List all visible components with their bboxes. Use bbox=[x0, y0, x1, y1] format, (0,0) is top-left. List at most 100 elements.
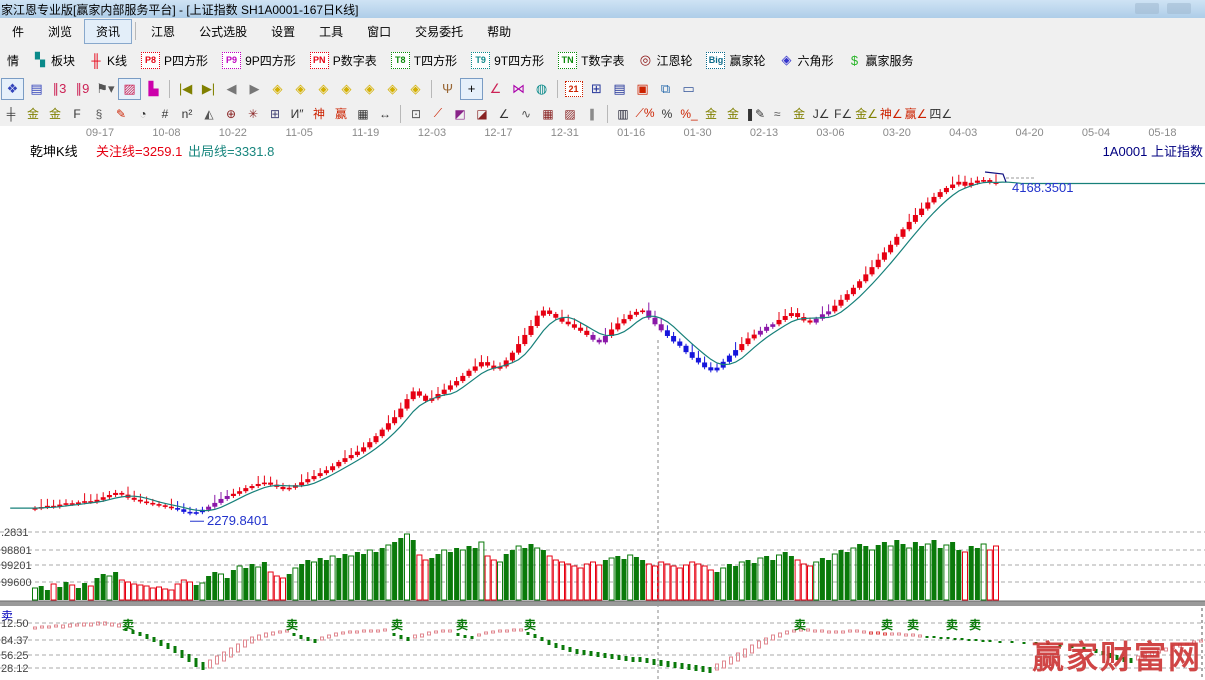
shen-icon[interactable]: 神 bbox=[309, 104, 329, 123]
menu-item-6[interactable]: 工具 bbox=[307, 19, 355, 44]
menu-item-8[interactable]: 交易委托 bbox=[403, 19, 475, 44]
column-chart-icon[interactable]: ▥ bbox=[613, 104, 633, 123]
wave2-icon[interactable]: ≈ bbox=[767, 104, 787, 123]
ying-icon[interactable]: 赢 bbox=[331, 104, 351, 123]
prev-bar-icon[interactable]: ◀ bbox=[221, 79, 242, 99]
f-angle-icon[interactable]: F∠ bbox=[833, 104, 853, 123]
pattern-flower-icon[interactable]: ❖ bbox=[1, 78, 24, 100]
wave-mark-icon[interactable]: И″ bbox=[287, 104, 307, 123]
box-diag-icon[interactable]: ◪ bbox=[472, 104, 492, 123]
last-bar-icon[interactable]: ▶| bbox=[198, 79, 219, 99]
v-dash-icon[interactable]: ∿ bbox=[516, 104, 536, 123]
gold-circle-icon[interactable]: 金 bbox=[701, 104, 721, 123]
p-square-button[interactable]: P8P四方形 bbox=[134, 49, 215, 72]
capture-icon[interactable]: ⧉ bbox=[655, 79, 676, 99]
menu-item-7[interactable]: 窗口 bbox=[355, 19, 403, 44]
calculator-icon[interactable]: ⊞ bbox=[586, 79, 607, 99]
percent-icon[interactable]: % bbox=[657, 104, 677, 123]
save-icon[interactable]: ▣ bbox=[632, 79, 653, 99]
menu-item-4[interactable]: 公式选股 bbox=[187, 19, 259, 44]
t-square-button[interactable]: T8T四方形 bbox=[384, 49, 464, 72]
zoom-all-icon[interactable]: ◈ bbox=[382, 79, 403, 99]
parallel-lines-icon[interactable]: ∥ bbox=[582, 104, 602, 123]
menu-item-3[interactable]: 江恩 bbox=[139, 19, 187, 44]
ying-angle-icon[interactable]: 赢∠ bbox=[905, 104, 928, 123]
pattern-red-icon[interactable]: ▨ bbox=[118, 78, 141, 100]
brain-icon[interactable]: ◍ bbox=[531, 79, 552, 99]
width-measure-icon[interactable]: ↔ bbox=[375, 104, 395, 123]
gold-under-icon[interactable]: 金 bbox=[789, 104, 809, 123]
calendar-icon[interactable]: 21 bbox=[563, 79, 584, 99]
spiral-icon[interactable]: § bbox=[89, 104, 109, 123]
pencil-icon[interactable]: ✎ bbox=[111, 104, 131, 123]
menu-item-2[interactable]: 资讯 bbox=[84, 19, 132, 44]
shen-angle-icon[interactable]: 神∠ bbox=[880, 104, 903, 123]
kline3-icon[interactable]: ∥3 bbox=[49, 79, 70, 99]
candlestick-chart[interactable]: 2279.84014168.3501.2831988019920199600卖1… bbox=[0, 126, 1205, 680]
rays-box-icon[interactable]: ◩ bbox=[450, 104, 470, 123]
winner-service-button[interactable]: $赢家服务 bbox=[841, 49, 921, 72]
window-controls[interactable] bbox=[1135, 3, 1191, 14]
histogram-icon[interactable]: ▙ bbox=[143, 79, 164, 99]
gold-line-icon[interactable]: 金 bbox=[723, 104, 743, 123]
percent-diag-icon[interactable]: ⟋% bbox=[635, 104, 655, 123]
winner-wheel-button[interactable]: Big赢家轮 bbox=[699, 49, 772, 72]
zoom-vexpand-icon[interactable]: ◈ bbox=[359, 79, 380, 99]
angle-lines-icon[interactable]: ∠ bbox=[494, 104, 514, 123]
minimize-button[interactable] bbox=[1135, 3, 1159, 14]
hexagon-button[interactable]: ◈六角形 bbox=[773, 49, 841, 72]
time-cycle-icon[interactable]: ◔ bbox=[133, 104, 153, 123]
mirror-icon[interactable]: ◭ bbox=[199, 104, 219, 123]
zoom-left-icon[interactable]: ◈ bbox=[267, 79, 288, 99]
kline-button[interactable]: ╫K线 bbox=[82, 49, 134, 72]
chart-area[interactable]: 09-1710-0810-2211-0511-1912-0312-1712-31… bbox=[0, 126, 1205, 680]
kline9-icon[interactable]: ∥9 bbox=[72, 79, 93, 99]
box-tool-icon[interactable]: ⊡ bbox=[406, 104, 426, 123]
notepad-icon[interactable]: ▤ bbox=[609, 79, 630, 99]
col-pencil-icon[interactable]: ❚✎ bbox=[745, 104, 765, 123]
hand-tool-icon[interactable]: Ψ bbox=[437, 79, 458, 99]
quote-button[interactable]: 情 bbox=[0, 49, 26, 72]
grid-arrow-icon[interactable]: ▨ bbox=[560, 104, 580, 123]
p-table-button[interactable]: PNP数字表 bbox=[303, 49, 384, 72]
notes-icon[interactable]: ▤ bbox=[26, 79, 47, 99]
star-web-icon[interactable]: ✳ bbox=[243, 104, 263, 123]
angle-measure-icon[interactable]: ∠ bbox=[485, 79, 506, 99]
next-bar-icon[interactable]: ▶ bbox=[244, 79, 265, 99]
si-angle-icon[interactable]: 四∠ bbox=[929, 104, 952, 123]
gold-angle-icon[interactable]: 金∠ bbox=[855, 104, 878, 123]
t-table-button[interactable]: TNT数字表 bbox=[551, 49, 631, 72]
j-angle-icon[interactable]: J∠ bbox=[811, 104, 831, 123]
zoom-move-icon[interactable]: ◈ bbox=[405, 79, 426, 99]
print-icon[interactable]: ▭ bbox=[678, 79, 699, 99]
menu-item-9[interactable]: 帮助 bbox=[475, 19, 523, 44]
gold-ratio2-icon[interactable]: 金 bbox=[45, 104, 65, 123]
maximize-button[interactable] bbox=[1167, 3, 1191, 14]
spider-web-icon[interactable]: ⊞ bbox=[265, 104, 285, 123]
zoom-right-icon[interactable]: ◈ bbox=[290, 79, 311, 99]
crosshair-icon[interactable]: + bbox=[460, 78, 483, 100]
9p-square-button[interactable]: P99P四方形 bbox=[215, 49, 303, 72]
rays-icon[interactable]: ⟋ bbox=[428, 104, 448, 123]
menu-item-5[interactable]: 设置 bbox=[259, 19, 307, 44]
grid-icon[interactable]: ▦ bbox=[538, 104, 558, 123]
square-number-icon[interactable]: n² bbox=[177, 104, 197, 123]
gann-fan-icon[interactable]: ╪ bbox=[1, 104, 21, 123]
menu-item-1[interactable]: 浏览 bbox=[36, 19, 84, 44]
flag-dropdown-icon[interactable]: ⚑▾ bbox=[95, 79, 116, 99]
title-bar[interactable]: 家江恩专业版[赢家内部服务平台] - [上证指数 SH1A0001-167日K线… bbox=[0, 0, 1205, 18]
first-bar-icon[interactable]: |◀ bbox=[175, 79, 196, 99]
fib-grid-icon[interactable]: F bbox=[67, 104, 87, 123]
zoom-hexpand-icon[interactable]: ◈ bbox=[313, 79, 334, 99]
gold-ratio-icon[interactable]: 金 bbox=[23, 104, 43, 123]
percent-line-icon[interactable]: %_ bbox=[679, 104, 699, 123]
sector-button[interactable]: ▚板块 bbox=[26, 49, 82, 72]
menu-item-0[interactable]: 件 bbox=[0, 19, 36, 44]
gann-wheel-button[interactable]: ◎江恩轮 bbox=[631, 49, 699, 72]
9t-square-button[interactable]: T99T四方形 bbox=[464, 49, 551, 72]
compass-icon[interactable]: ⊕ bbox=[221, 104, 241, 123]
zoom-hshrink-icon[interactable]: ◈ bbox=[336, 79, 357, 99]
magic-shape-icon[interactable]: ⋈ bbox=[508, 79, 529, 99]
grid-123-icon[interactable]: ▦ bbox=[353, 104, 373, 123]
hatch-icon[interactable]: # bbox=[155, 104, 175, 123]
